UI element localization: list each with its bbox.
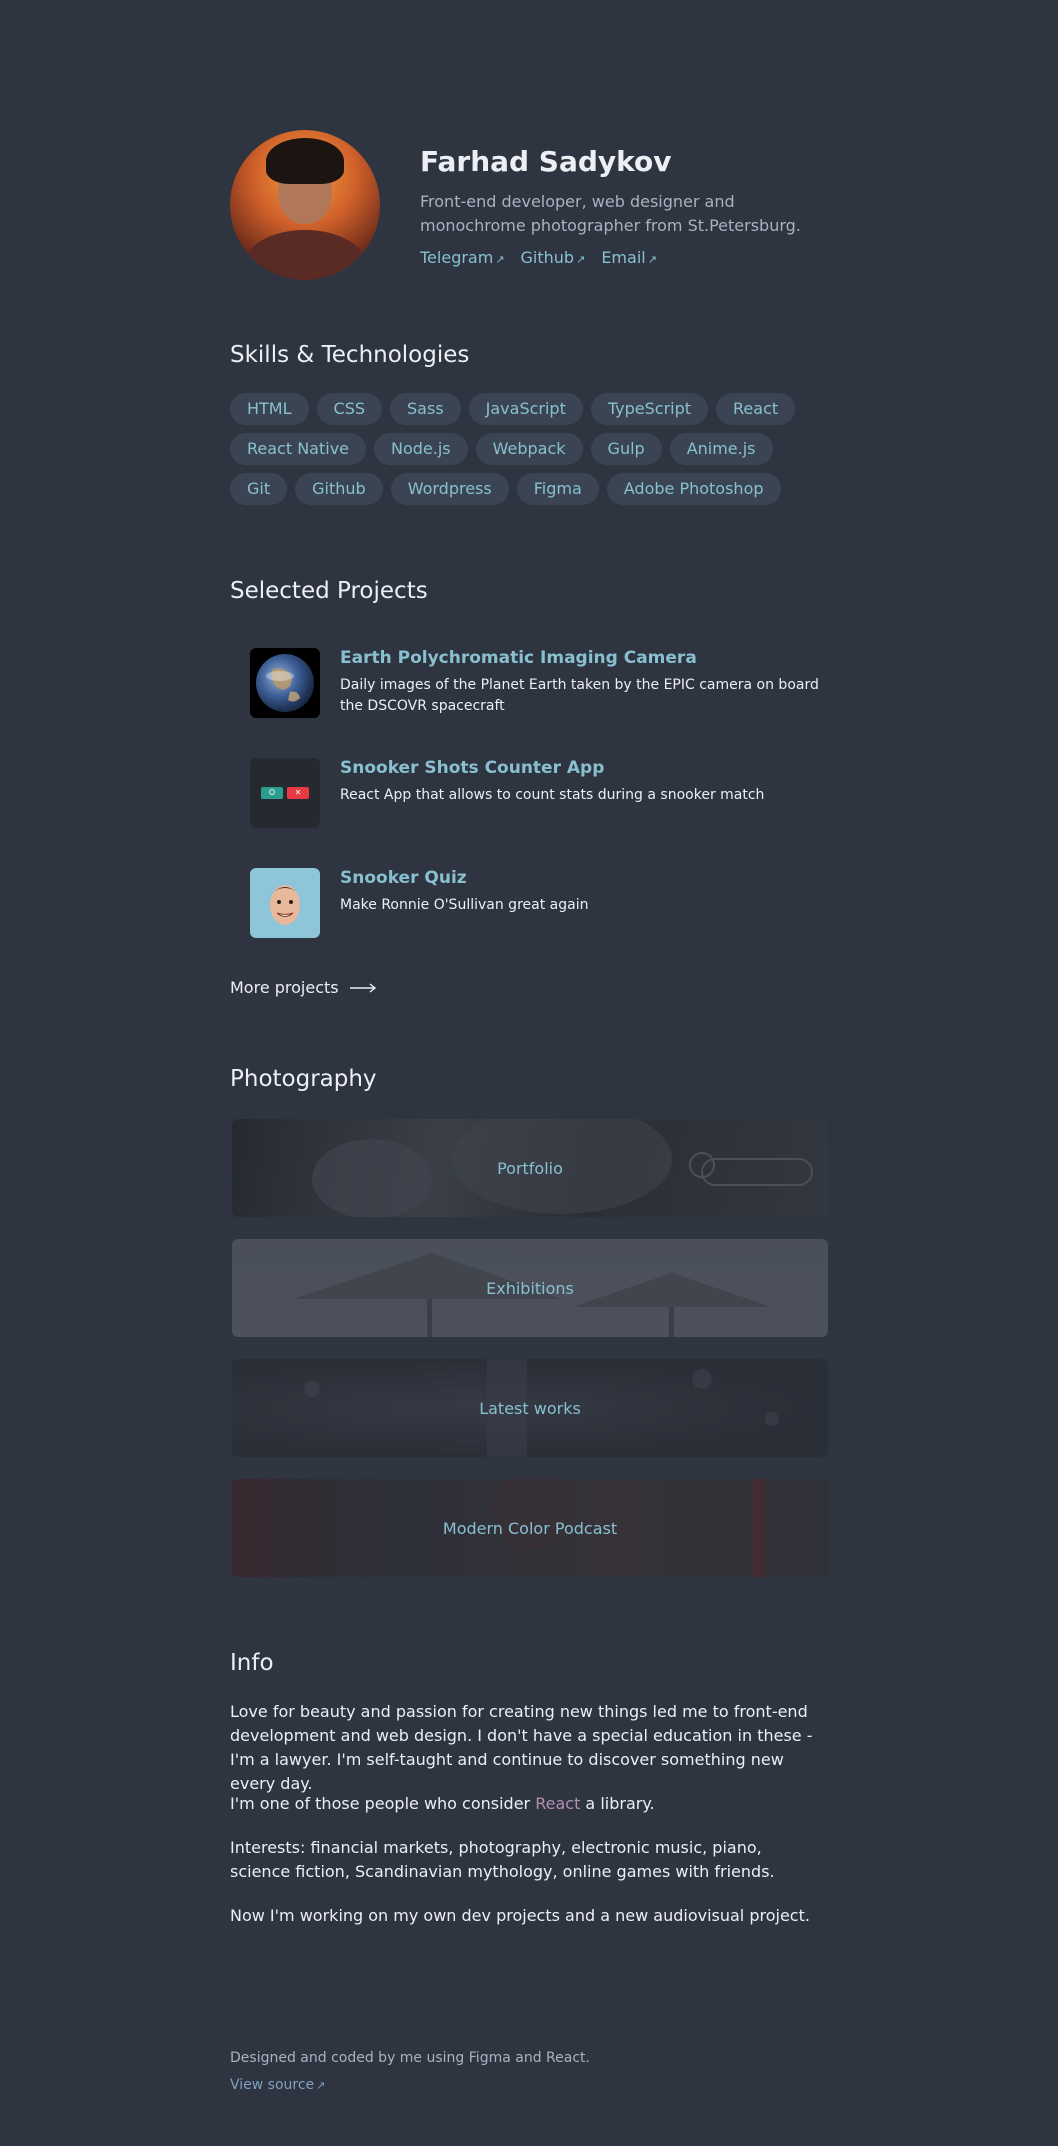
- github-link[interactable]: Github ↗: [521, 248, 586, 267]
- project-title: Snooker Quiz: [340, 868, 467, 888]
- photo-card-label: Latest works: [479, 1398, 581, 1418]
- photo-card-label: Exhibitions: [486, 1278, 574, 1298]
- long-arrow-right-icon: [349, 982, 376, 993]
- project-title: Earth Polychromatic Imaging Camera: [340, 648, 697, 668]
- external-link-icon: ↗: [316, 2079, 326, 2092]
- earth-icon: [250, 648, 320, 718]
- profile-bio: Front-end developer, web designer and mo…: [420, 192, 801, 235]
- projects-heading: Selected Projects: [230, 578, 428, 604]
- skills-list: HTML CSS Sass JavaScript TypeScript Reac…: [230, 393, 830, 505]
- photo-card-label: Modern Color Podcast: [442, 1518, 618, 1538]
- view-source-link[interactable]: View source ↗: [230, 2077, 325, 2093]
- skill-tag: Node.js: [374, 433, 468, 465]
- skill-tag: Gulp: [590, 433, 662, 465]
- skill-tag: React: [716, 393, 796, 425]
- avatar-shirt: [244, 230, 366, 280]
- skill-tag: CSS: [316, 393, 383, 425]
- counter-o-badge: O: [261, 787, 283, 799]
- project-title: Snooker Shots Counter App: [340, 758, 605, 778]
- project-description: Daily images of the Planet Earth taken b…: [340, 677, 819, 714]
- counter-app-icon: O ✕: [250, 758, 320, 828]
- skill-tag: Figma: [516, 473, 599, 505]
- telegram-link[interactable]: Telegram ↗: [420, 248, 505, 267]
- info-p2-before: I'm one of those people who consider: [230, 1794, 536, 1813]
- external-link-icon: ↗: [647, 253, 657, 266]
- skill-tag: Anime.js: [669, 433, 773, 465]
- avatar: [230, 130, 380, 280]
- info-paragraph-3: Interests: financial markets, photograph…: [230, 1838, 775, 1881]
- skill-tag: JavaScript: [468, 393, 583, 425]
- info-paragraph-1: Love for beauty and passion for creating…: [230, 1702, 813, 1793]
- skill-tag: HTML: [230, 393, 309, 425]
- skill-tag: Git: [230, 473, 288, 505]
- skill-tag: Adobe Photoshop: [606, 473, 781, 505]
- skill-tag: React Native: [230, 433, 367, 465]
- more-projects-label: More projects: [230, 978, 339, 997]
- external-link-icon: ↗: [495, 253, 505, 266]
- info-heading: Info: [230, 1650, 274, 1676]
- email-link-label: Email: [601, 248, 646, 267]
- more-projects-link[interactable]: More projects: [230, 978, 377, 997]
- footer-text: Designed and coded by me using Figma and…: [230, 2050, 590, 2066]
- skill-tag: Webpack: [475, 433, 583, 465]
- skill-tag: Wordpress: [390, 473, 509, 505]
- avatar-hair: [266, 138, 344, 184]
- telegram-link-label: Telegram: [420, 248, 494, 267]
- github-link-label: Github: [520, 248, 575, 267]
- skill-tag: TypeScript: [590, 393, 709, 425]
- profile-name: Farhad Sadykov: [420, 145, 672, 178]
- external-link-icon: ↗: [576, 253, 586, 266]
- info-paragraph-4: Now I'm working on my own dev projects a…: [230, 1906, 810, 1925]
- project-description: Make Ronnie O'Sullivan great again: [340, 897, 589, 913]
- view-source-label: View source: [230, 2077, 315, 2093]
- photo-card-label: Portfolio: [497, 1158, 563, 1178]
- photo-card-podcast[interactable]: Modern Color Podcast: [232, 1479, 828, 1577]
- ronnie-face-icon: [250, 868, 320, 938]
- skill-tag: Github: [295, 473, 383, 505]
- profile-links: Telegram ↗ Github ↗ Email ↗: [420, 248, 657, 267]
- info-paragraph-2: I'm one of those people who consider Rea…: [230, 1792, 820, 1816]
- photo-card-latest-works[interactable]: Latest works: [232, 1359, 828, 1457]
- info-p2-after: a library.: [580, 1794, 655, 1813]
- photography-heading: Photography: [230, 1066, 377, 1092]
- react-link[interactable]: React: [535, 1794, 580, 1813]
- project-description: React App that allows to count stats dur…: [340, 787, 765, 803]
- skills-heading: Skills & Technologies: [230, 342, 470, 368]
- skill-tag: Sass: [390, 393, 461, 425]
- photo-card-exhibitions[interactable]: Exhibitions: [232, 1239, 828, 1337]
- email-link[interactable]: Email ↗: [601, 248, 657, 267]
- counter-x-badge: ✕: [287, 787, 309, 799]
- photo-card-portfolio[interactable]: Portfolio: [232, 1119, 828, 1217]
